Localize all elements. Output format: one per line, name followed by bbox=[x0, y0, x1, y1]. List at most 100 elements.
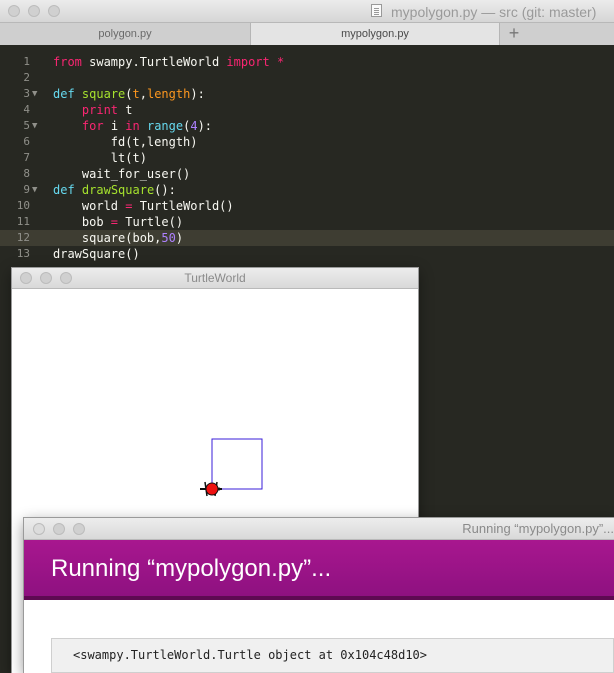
code-token: square(bob, bbox=[53, 231, 162, 245]
code-token: i bbox=[103, 119, 126, 133]
code-token: wait_for_user() bbox=[53, 167, 191, 181]
code-token: ): bbox=[190, 87, 205, 101]
code-token: t bbox=[118, 103, 133, 117]
editor-titlebar[interactable]: mypolygon.py — src (git: master) bbox=[0, 0, 614, 23]
drawn-square bbox=[211, 438, 263, 490]
code-token: = bbox=[110, 215, 119, 229]
turtleworld-titlebar[interactable]: TurtleWorld bbox=[12, 268, 418, 289]
turtleworld-window-title: TurtleWorld bbox=[184, 271, 246, 285]
code-text: wait_for_user() bbox=[53, 166, 190, 182]
turtle-sprite bbox=[200, 481, 222, 497]
line-number: 9 bbox=[23, 183, 30, 196]
code-line[interactable]: 11 bob = Turtle() bbox=[0, 214, 614, 230]
line-number: 1 bbox=[23, 55, 30, 68]
fold-arrow-icon[interactable]: ▼ bbox=[32, 86, 37, 102]
code-text: square(bob,50) bbox=[53, 230, 183, 246]
code-token: * bbox=[277, 55, 285, 69]
line-number: 10 bbox=[16, 199, 30, 212]
line-number: 6 bbox=[23, 135, 30, 148]
code-token: swampy.TurtleWorld bbox=[81, 55, 227, 69]
fold-arrow-icon[interactable]: ▼ bbox=[32, 118, 37, 134]
code-token: import bbox=[226, 55, 270, 69]
code-token: lt(t) bbox=[53, 151, 147, 165]
code-line[interactable]: 10 world = TurtleWorld() bbox=[0, 198, 614, 214]
code-text: for i in range(4): bbox=[53, 118, 212, 134]
code-line[interactable]: 3 ▼ def square(t,length): bbox=[0, 86, 614, 102]
code-text: def drawSquare(): bbox=[53, 182, 176, 198]
line-number: 3 bbox=[23, 87, 30, 100]
code-editor[interactable]: 1 from swampy.TurtleWorld import * 2 3 ▼ def … bbox=[0, 45, 614, 270]
close-window-button[interactable] bbox=[8, 5, 20, 17]
code-token: ) bbox=[175, 231, 184, 245]
line-number: 8 bbox=[23, 167, 30, 180]
code-token: 50 bbox=[161, 231, 176, 245]
code-token: bob bbox=[53, 215, 111, 229]
code-token: for bbox=[81, 119, 104, 133]
code-line[interactable]: 7 lt(t) bbox=[0, 150, 614, 166]
code-text: lt(t) bbox=[53, 150, 147, 166]
code-token: def bbox=[53, 183, 75, 197]
turtle-body bbox=[205, 482, 219, 496]
code-token: drawSquare() bbox=[53, 247, 140, 261]
output-box: <swampy.TurtleWorld.Turtle object at 0x1… bbox=[51, 638, 614, 673]
fold-arrow-icon[interactable]: ▼ bbox=[32, 182, 37, 198]
line-number: 4 bbox=[23, 103, 30, 116]
code-text: bob = Turtle() bbox=[53, 214, 183, 230]
code-token: drawSquare bbox=[81, 183, 155, 197]
code-token: t bbox=[132, 87, 140, 101]
code-token: from bbox=[53, 55, 82, 69]
code-token: Turtle() bbox=[118, 215, 184, 229]
zoom-window-button[interactable] bbox=[48, 5, 60, 17]
minimize-window-button[interactable] bbox=[28, 5, 40, 17]
code-text: world = TurtleWorld() bbox=[53, 198, 234, 214]
code-line[interactable]: 2 bbox=[0, 70, 614, 86]
running-window-title: Running “mypolygon.py”... bbox=[462, 521, 614, 536]
new-tab-button[interactable]: + bbox=[500, 23, 528, 45]
code-token: fd(t,length) bbox=[53, 135, 198, 149]
code-token: , bbox=[139, 87, 147, 101]
turtle-head bbox=[217, 487, 221, 491]
running-header-banner: Running “mypolygon.py”... bbox=[24, 540, 614, 600]
code-token: ( bbox=[125, 87, 133, 101]
code-line[interactable]: 9 ▼ def drawSquare(): bbox=[0, 182, 614, 198]
code-token: world bbox=[53, 199, 126, 213]
tab-polygon-py[interactable]: polygon.py bbox=[0, 23, 251, 45]
code-line[interactable]: 4 print t bbox=[0, 102, 614, 118]
line-number: 13 bbox=[16, 247, 30, 260]
tab-mypolygon-py[interactable]: mypolygon.py bbox=[251, 23, 500, 45]
code-text: def square(t,length): bbox=[53, 86, 205, 102]
code-token: square bbox=[81, 87, 126, 101]
code-token: length bbox=[146, 87, 191, 101]
code-line[interactable]: 12 square(bob,50) bbox=[0, 230, 614, 246]
code-line[interactable]: 8 wait_for_user() bbox=[0, 166, 614, 182]
code-line[interactable]: 1 from swampy.TurtleWorld import * bbox=[0, 54, 614, 70]
close-window-button[interactable] bbox=[33, 523, 45, 535]
code-text: drawSquare() bbox=[53, 246, 140, 262]
code-token: in bbox=[125, 119, 140, 133]
code-token: TurtleWorld() bbox=[132, 199, 234, 213]
code-line[interactable]: 5 ▼ for i in range(4): bbox=[0, 118, 614, 134]
code-line[interactable]: 6 fd(t,length) bbox=[0, 134, 614, 150]
code-token: (): bbox=[154, 183, 176, 197]
zoom-window-button[interactable] bbox=[73, 523, 85, 535]
output-text: <swampy.TurtleWorld.Turtle object at 0x1… bbox=[73, 648, 428, 662]
tab-bar: polygon.py mypolygon.py + bbox=[0, 23, 614, 46]
running-output-window: Running “mypolygon.py”... Running “mypol… bbox=[24, 518, 614, 673]
code-token: print bbox=[81, 103, 119, 117]
line-number: 2 bbox=[23, 71, 30, 84]
line-number: 11 bbox=[16, 215, 30, 228]
code-token: def bbox=[53, 87, 75, 101]
code-token: 4 bbox=[190, 119, 198, 133]
code-line[interactable]: 13 drawSquare() bbox=[0, 246, 614, 262]
code-text: from swampy.TurtleWorld import * bbox=[53, 54, 284, 70]
code-token: range bbox=[146, 119, 184, 133]
code-text: print t bbox=[53, 102, 133, 118]
code-text: fd(t,length) bbox=[53, 134, 198, 150]
minimize-window-button[interactable] bbox=[53, 523, 65, 535]
running-titlebar[interactable]: Running “mypolygon.py”... bbox=[24, 518, 614, 540]
